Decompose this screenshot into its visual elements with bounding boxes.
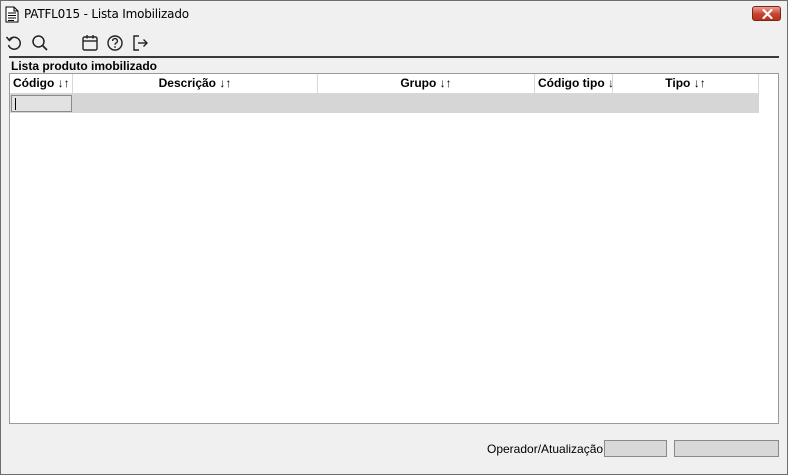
codigo-cell-editor[interactable] (11, 95, 72, 112)
calendar-icon (82, 35, 98, 51)
undo-button[interactable] (4, 33, 24, 53)
update-field (674, 440, 779, 457)
calendar-button[interactable] (80, 33, 100, 53)
help-button[interactable] (105, 33, 125, 53)
section-title: Lista produto imobilizado (11, 59, 157, 73)
help-icon (107, 35, 123, 51)
column-header-codigo[interactable]: Código ↓↑ (10, 74, 73, 94)
title-bar[interactable]: PATFL015 - Lista Imobilizado (1, 1, 787, 28)
window: PATFL015 - Lista Imobilizado Lista produ… (0, 0, 788, 475)
search-icon (32, 35, 48, 51)
search-button[interactable] (30, 33, 50, 53)
close-button[interactable] (752, 6, 781, 21)
column-header-descricao[interactable]: Descrição ↓↑ (73, 74, 318, 94)
grid-header: Código ↓↑ Descrição ↓↑ Grupo ↓↑ Código t… (10, 74, 759, 94)
column-header-codigo-tipo[interactable]: Código tipo ↓↑ (535, 74, 613, 94)
column-header-grupo[interactable]: Grupo ↓↑ (318, 74, 535, 94)
document-icon (5, 6, 19, 23)
operator-field (604, 440, 667, 457)
status-label: Operador/Atualização (487, 442, 604, 456)
close-icon (762, 9, 773, 19)
text-caret (15, 98, 16, 110)
table-row[interactable] (10, 94, 759, 113)
window-title: PATFL015 - Lista Imobilizado (24, 7, 189, 21)
column-header-tipo[interactable]: Tipo ↓↑ (613, 74, 759, 94)
undo-icon (5, 36, 21, 50)
toolbar (1, 31, 787, 55)
exit-button[interactable] (130, 33, 150, 53)
product-grid[interactable]: Código ↓↑ Descrição ↓↑ Grupo ↓↑ Código t… (9, 73, 779, 424)
section-divider (9, 56, 779, 58)
exit-icon (133, 35, 148, 51)
